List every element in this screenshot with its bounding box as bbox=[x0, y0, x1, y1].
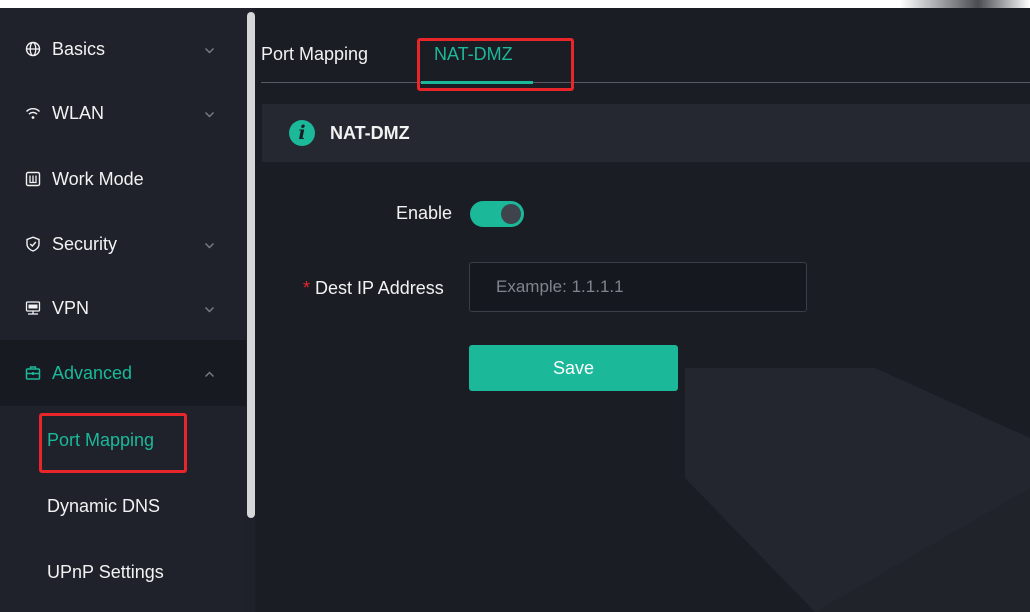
enable-toggle[interactable] bbox=[470, 201, 524, 227]
sidebar-item-work-mode[interactable]: Work Mode bbox=[0, 147, 246, 211]
chevron-down-icon bbox=[204, 302, 215, 313]
sidebar-item-label: VPN bbox=[52, 297, 90, 318]
section-header: i NAT-DMZ bbox=[262, 104, 1030, 162]
router-admin-window: Basics WLAN Work Mode Security VPN Advan… bbox=[0, 8, 1030, 612]
sidebar: Basics WLAN Work Mode Security VPN Advan… bbox=[0, 8, 246, 612]
tab-active-indicator bbox=[421, 81, 533, 84]
tab-nat-dmz[interactable]: NAT-DMZ bbox=[434, 44, 513, 65]
vpn-icon bbox=[25, 300, 41, 316]
sidebar-subitem-label: Dynamic DNS bbox=[47, 495, 161, 516]
toggle-knob bbox=[501, 204, 521, 224]
dest-ip-input[interactable] bbox=[469, 262, 807, 312]
work-mode-icon bbox=[25, 171, 41, 187]
sidebar-subitem-dynamic-dns[interactable]: Dynamic DNS bbox=[0, 473, 246, 539]
window-edge-shadow bbox=[900, 0, 1030, 8]
sidebar-item-security[interactable]: Security bbox=[0, 212, 246, 276]
globe-icon bbox=[25, 41, 41, 57]
wifi-icon bbox=[25, 105, 41, 121]
dest-ip-label: * Dest IP Address bbox=[303, 278, 444, 299]
sidebar-item-wlan[interactable]: WLAN bbox=[0, 81, 246, 145]
enable-label: Enable bbox=[396, 203, 453, 223]
sidebar-item-basics[interactable]: Basics bbox=[0, 17, 246, 81]
sidebar-item-label: Basics bbox=[52, 38, 106, 59]
info-icon: i bbox=[289, 120, 315, 146]
sidebar-item-label: WLAN bbox=[52, 102, 105, 123]
sidebar-subitem-label: Port Mapping bbox=[47, 429, 155, 450]
sidebar-item-label: Advanced bbox=[52, 362, 133, 383]
sidebar-scrollbar[interactable] bbox=[247, 12, 255, 518]
shield-icon bbox=[25, 236, 41, 252]
section-title: NAT-DMZ bbox=[330, 122, 410, 143]
chevron-up-icon bbox=[204, 367, 215, 378]
chevron-down-icon bbox=[204, 238, 215, 249]
tab-port-mapping[interactable]: Port Mapping bbox=[261, 44, 368, 65]
sidebar-subitem-port-mapping[interactable]: Port Mapping bbox=[0, 407, 246, 473]
required-asterisk: * bbox=[303, 278, 311, 298]
dest-ip-label-text: Dest IP Address bbox=[315, 278, 444, 298]
tab-divider bbox=[261, 82, 1030, 83]
chevron-down-icon bbox=[204, 107, 215, 118]
sidebar-item-label: Security bbox=[52, 233, 118, 254]
toolbox-icon bbox=[25, 365, 41, 381]
sidebar-item-vpn[interactable]: VPN bbox=[0, 276, 246, 340]
main-content: Port Mapping NAT-DMZ i NAT-DMZ Enable * … bbox=[255, 8, 1030, 612]
sidebar-item-label: Work Mode bbox=[52, 168, 144, 189]
save-button[interactable]: Save bbox=[469, 345, 678, 391]
sidebar-item-advanced[interactable]: Advanced bbox=[0, 340, 246, 406]
chevron-down-icon bbox=[204, 43, 215, 54]
sidebar-subitem-label: UPnP Settings bbox=[47, 561, 164, 582]
sidebar-subitem-upnp-settings[interactable]: UPnP Settings bbox=[0, 539, 246, 605]
